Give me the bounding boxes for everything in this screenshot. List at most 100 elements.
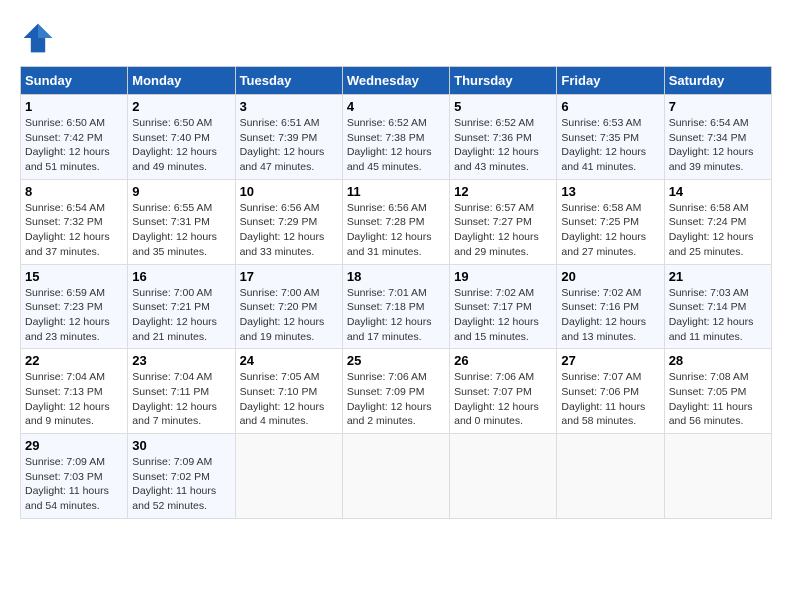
calendar-header-thursday: Thursday [450,67,557,95]
calendar-week-row: 15 Sunrise: 6:59 AM Sunset: 7:23 PM Dayl… [21,264,772,349]
day-number: 20 [561,269,659,284]
day-detail: Sunrise: 6:52 AM Sunset: 7:36 PM Dayligh… [454,116,552,175]
day-detail: Sunrise: 7:00 AM Sunset: 7:20 PM Dayligh… [240,286,338,345]
day-number: 7 [669,99,767,114]
day-detail: Sunrise: 7:07 AM Sunset: 7:06 PM Dayligh… [561,370,659,429]
logo-icon [20,20,56,56]
calendar-week-row: 1 Sunrise: 6:50 AM Sunset: 7:42 PM Dayli… [21,95,772,180]
calendar-cell: 23 Sunrise: 7:04 AM Sunset: 7:11 PM Dayl… [128,349,235,434]
calendar-cell: 11 Sunrise: 6:56 AM Sunset: 7:28 PM Dayl… [342,179,449,264]
calendar-cell: 27 Sunrise: 7:07 AM Sunset: 7:06 PM Dayl… [557,349,664,434]
day-number: 30 [132,438,230,453]
day-number: 11 [347,184,445,199]
day-number: 4 [347,99,445,114]
calendar-cell: 16 Sunrise: 7:00 AM Sunset: 7:21 PM Dayl… [128,264,235,349]
day-detail: Sunrise: 6:56 AM Sunset: 7:29 PM Dayligh… [240,201,338,260]
calendar-header-sunday: Sunday [21,67,128,95]
day-number: 3 [240,99,338,114]
calendar-cell: 5 Sunrise: 6:52 AM Sunset: 7:36 PM Dayli… [450,95,557,180]
day-number: 29 [25,438,123,453]
day-number: 12 [454,184,552,199]
day-detail: Sunrise: 6:56 AM Sunset: 7:28 PM Dayligh… [347,201,445,260]
calendar-week-row: 29 Sunrise: 7:09 AM Sunset: 7:03 PM Dayl… [21,434,772,519]
day-number: 8 [25,184,123,199]
day-detail: Sunrise: 6:54 AM Sunset: 7:34 PM Dayligh… [669,116,767,175]
calendar-week-row: 22 Sunrise: 7:04 AM Sunset: 7:13 PM Dayl… [21,349,772,434]
calendar-cell: 13 Sunrise: 6:58 AM Sunset: 7:25 PM Dayl… [557,179,664,264]
day-detail: Sunrise: 7:00 AM Sunset: 7:21 PM Dayligh… [132,286,230,345]
logo [20,20,60,56]
day-number: 14 [669,184,767,199]
day-detail: Sunrise: 6:50 AM Sunset: 7:40 PM Dayligh… [132,116,230,175]
day-number: 9 [132,184,230,199]
calendar-cell: 17 Sunrise: 7:00 AM Sunset: 7:20 PM Dayl… [235,264,342,349]
calendar-header-wednesday: Wednesday [342,67,449,95]
calendar-cell: 24 Sunrise: 7:05 AM Sunset: 7:10 PM Dayl… [235,349,342,434]
calendar-cell [664,434,771,519]
day-detail: Sunrise: 7:09 AM Sunset: 7:02 PM Dayligh… [132,455,230,514]
day-detail: Sunrise: 7:04 AM Sunset: 7:13 PM Dayligh… [25,370,123,429]
calendar-cell [235,434,342,519]
day-detail: Sunrise: 7:02 AM Sunset: 7:17 PM Dayligh… [454,286,552,345]
day-detail: Sunrise: 6:58 AM Sunset: 7:24 PM Dayligh… [669,201,767,260]
day-number: 21 [669,269,767,284]
calendar-cell [450,434,557,519]
day-number: 2 [132,99,230,114]
day-detail: Sunrise: 6:57 AM Sunset: 7:27 PM Dayligh… [454,201,552,260]
day-detail: Sunrise: 6:52 AM Sunset: 7:38 PM Dayligh… [347,116,445,175]
day-detail: Sunrise: 6:58 AM Sunset: 7:25 PM Dayligh… [561,201,659,260]
day-number: 1 [25,99,123,114]
day-detail: Sunrise: 7:03 AM Sunset: 7:14 PM Dayligh… [669,286,767,345]
calendar-table: SundayMondayTuesdayWednesdayThursdayFrid… [20,66,772,519]
calendar-header-friday: Friday [557,67,664,95]
day-number: 15 [25,269,123,284]
calendar-cell: 10 Sunrise: 6:56 AM Sunset: 7:29 PM Dayl… [235,179,342,264]
calendar-header-saturday: Saturday [664,67,771,95]
calendar-cell: 3 Sunrise: 6:51 AM Sunset: 7:39 PM Dayli… [235,95,342,180]
calendar-cell: 22 Sunrise: 7:04 AM Sunset: 7:13 PM Dayl… [21,349,128,434]
calendar-cell: 25 Sunrise: 7:06 AM Sunset: 7:09 PM Dayl… [342,349,449,434]
day-number: 19 [454,269,552,284]
day-number: 22 [25,353,123,368]
day-number: 27 [561,353,659,368]
calendar-cell: 1 Sunrise: 6:50 AM Sunset: 7:42 PM Dayli… [21,95,128,180]
day-number: 28 [669,353,767,368]
day-number: 25 [347,353,445,368]
day-detail: Sunrise: 7:08 AM Sunset: 7:05 PM Dayligh… [669,370,767,429]
day-number: 13 [561,184,659,199]
calendar-cell: 12 Sunrise: 6:57 AM Sunset: 7:27 PM Dayl… [450,179,557,264]
calendar-cell: 9 Sunrise: 6:55 AM Sunset: 7:31 PM Dayli… [128,179,235,264]
day-number: 6 [561,99,659,114]
day-detail: Sunrise: 6:50 AM Sunset: 7:42 PM Dayligh… [25,116,123,175]
day-number: 10 [240,184,338,199]
calendar-cell: 21 Sunrise: 7:03 AM Sunset: 7:14 PM Dayl… [664,264,771,349]
calendar-cell: 29 Sunrise: 7:09 AM Sunset: 7:03 PM Dayl… [21,434,128,519]
calendar-cell: 26 Sunrise: 7:06 AM Sunset: 7:07 PM Dayl… [450,349,557,434]
day-detail: Sunrise: 6:53 AM Sunset: 7:35 PM Dayligh… [561,116,659,175]
calendar-cell: 2 Sunrise: 6:50 AM Sunset: 7:40 PM Dayli… [128,95,235,180]
day-number: 16 [132,269,230,284]
calendar-cell: 19 Sunrise: 7:02 AM Sunset: 7:17 PM Dayl… [450,264,557,349]
page-header [20,20,772,56]
calendar-cell: 6 Sunrise: 6:53 AM Sunset: 7:35 PM Dayli… [557,95,664,180]
day-detail: Sunrise: 6:54 AM Sunset: 7:32 PM Dayligh… [25,201,123,260]
day-detail: Sunrise: 7:05 AM Sunset: 7:10 PM Dayligh… [240,370,338,429]
day-number: 17 [240,269,338,284]
day-detail: Sunrise: 6:59 AM Sunset: 7:23 PM Dayligh… [25,286,123,345]
calendar-cell [342,434,449,519]
day-detail: Sunrise: 7:04 AM Sunset: 7:11 PM Dayligh… [132,370,230,429]
calendar-cell: 4 Sunrise: 6:52 AM Sunset: 7:38 PM Dayli… [342,95,449,180]
calendar-cell: 8 Sunrise: 6:54 AM Sunset: 7:32 PM Dayli… [21,179,128,264]
day-number: 24 [240,353,338,368]
calendar-cell: 30 Sunrise: 7:09 AM Sunset: 7:02 PM Dayl… [128,434,235,519]
day-number: 18 [347,269,445,284]
calendar-cell: 15 Sunrise: 6:59 AM Sunset: 7:23 PM Dayl… [21,264,128,349]
day-detail: Sunrise: 7:09 AM Sunset: 7:03 PM Dayligh… [25,455,123,514]
day-number: 5 [454,99,552,114]
day-number: 23 [132,353,230,368]
day-number: 26 [454,353,552,368]
day-detail: Sunrise: 6:55 AM Sunset: 7:31 PM Dayligh… [132,201,230,260]
calendar-header-row: SundayMondayTuesdayWednesdayThursdayFrid… [21,67,772,95]
day-detail: Sunrise: 7:06 AM Sunset: 7:09 PM Dayligh… [347,370,445,429]
calendar-header-tuesday: Tuesday [235,67,342,95]
